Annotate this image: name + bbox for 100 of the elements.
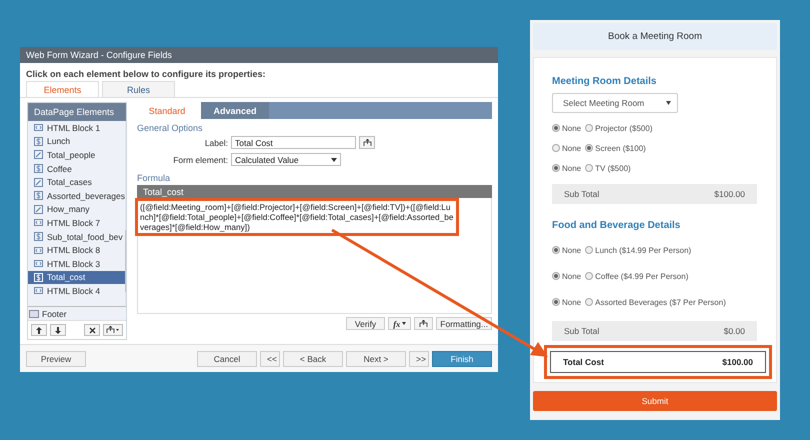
- formatting-button[interactable]: Formatting...: [436, 317, 492, 330]
- meeting-room-select[interactable]: Select Meeting Room: [552, 93, 678, 113]
- section-title: General Options: [137, 123, 204, 133]
- nav-button[interactable]: Finish: [432, 350, 492, 366]
- radio-option[interactable]: None: [552, 246, 582, 254]
- label-field[interactable]: Total Cost: [231, 136, 356, 149]
- radio-button[interactable]: [552, 298, 560, 306]
- radio-button[interactable]: [585, 246, 594, 254]
- subtotal-label: Sub Total: [564, 326, 600, 336]
- item-label: HTML Block 1: [47, 122, 100, 133]
- form-element-select[interactable]: Calculated Value: [231, 153, 341, 166]
- window-title: Web Form Wizard - Configure Fields: [20, 47, 498, 63]
- item-label: Total_cost: [47, 272, 86, 282]
- radio-option[interactable]: None: [552, 298, 582, 306]
- item-label: HTML Block 8: [47, 245, 100, 256]
- radio-button[interactable]: [552, 272, 560, 280]
- sidebar-item[interactable]: HTML Block 8: [28, 243, 125, 257]
- option-label: None: [562, 298, 582, 306]
- pencil-icon: [34, 178, 43, 187]
- radio-button[interactable]: [552, 246, 560, 254]
- total-label: Total Cost: [563, 357, 604, 367]
- radio-button[interactable]: [585, 272, 594, 280]
- radio-button[interactable]: [552, 124, 560, 132]
- radio-button[interactable]: [585, 144, 594, 152]
- html-block-icon: [34, 123, 43, 132]
- html-block-icon: [34, 218, 43, 228]
- formula-header: Total_cost: [137, 185, 492, 198]
- sidebar-item[interactable]: Lunch: [28, 134, 125, 148]
- insert-button[interactable]: [103, 324, 123, 336]
- radio-button[interactable]: [552, 164, 560, 172]
- insert-icon: [419, 320, 428, 328]
- formula-editor[interactable]: ([@field:Meeting_room]+[@field:Projector]+[@field:Screen]+[@field:TV])+([@field:Lunch]*[@field:Total_people]+[@field:Coffee]*[@field:Total_cases]+[@field:Assorted_beverages]*[@field:How_many]): [137, 198, 492, 314]
- total-value: $100.00: [722, 357, 753, 367]
- radio-option[interactable]: None: [552, 272, 582, 280]
- item-label: Lunch: [47, 136, 70, 146]
- subtotal-value: $0.00: [724, 326, 745, 336]
- option-label: None: [562, 124, 582, 132]
- sidebar-item[interactable]: Total_people: [28, 148, 125, 162]
- radio-button[interactable]: [552, 144, 560, 152]
- subtotal-value: $100.00: [714, 189, 745, 199]
- item-label: Footer: [42, 308, 67, 318]
- insert-button[interactable]: [414, 317, 434, 330]
- section-title: Food and Beverage Details: [552, 220, 682, 231]
- option-label: None: [562, 164, 582, 172]
- move-down-button[interactable]: [50, 324, 66, 336]
- sidebar-item[interactable]: Assorted_beverages: [28, 188, 125, 203]
- pencil-icon: [34, 150, 43, 160]
- down-arrow-icon: [55, 326, 61, 334]
- item-label: Total_people: [47, 150, 96, 160]
- radio-option[interactable]: None: [552, 144, 582, 152]
- sidebar-item[interactable]: HTML Block 1: [28, 121, 125, 135]
- function-button[interactable]: fx: [388, 317, 412, 330]
- radio-option[interactable]: None: [552, 124, 582, 132]
- calculator-icon: [34, 232, 43, 242]
- subtotal-label: Sub Total: [564, 189, 600, 199]
- tab[interactable]: Rules: [102, 81, 175, 97]
- section-title: Meeting Room Details: [552, 76, 658, 87]
- radio-button[interactable]: [585, 164, 594, 172]
- nav-button[interactable]: < Back: [283, 350, 343, 366]
- sidebar-item[interactable]: HTML Block 7: [28, 216, 125, 230]
- sidebar-item[interactable]: Total_cost: [28, 270, 125, 284]
- sidebar-item[interactable]: HTML Block 3: [28, 256, 125, 271]
- radio-button[interactable]: [585, 298, 594, 306]
- item-label: HTML Block 3: [47, 258, 100, 269]
- field-label: Form element:: [172, 154, 228, 164]
- preview-button[interactable]: Preview: [26, 350, 86, 366]
- tab[interactable]: Advanced: [201, 102, 269, 119]
- tab[interactable]: Standard: [133, 102, 201, 119]
- radio-option[interactable]: TV ($500): [585, 164, 631, 172]
- instruction-text: Click on each element below to configure its properties:: [25, 68, 267, 81]
- dropdown-caret-icon: [666, 101, 671, 105]
- calculator-icon: [34, 136, 43, 146]
- html-block-icon: [34, 286, 43, 296]
- sidebar-item[interactable]: How_many: [28, 202, 125, 216]
- nav-button[interactable]: Cancel: [197, 350, 257, 366]
- item-label: Assorted_beverages: [47, 190, 125, 201]
- option-label: TV ($500): [595, 164, 631, 172]
- sidebar-item[interactable]: Sub_total_food_bev: [28, 230, 125, 244]
- nav-button[interactable]: <<: [260, 350, 280, 366]
- radio-button[interactable]: [585, 124, 594, 132]
- up-arrow-icon: [36, 326, 42, 334]
- nav-button[interactable]: Next >: [346, 350, 406, 366]
- submit-button[interactable]: Submit: [533, 391, 777, 411]
- form-title: Book a Meeting Room: [533, 23, 777, 50]
- verify-button[interactable]: Verify: [346, 317, 386, 330]
- radio-option[interactable]: Screen ($100): [585, 144, 646, 152]
- radio-option[interactable]: None: [552, 164, 582, 172]
- option-label: None: [562, 246, 582, 254]
- item-label: Coffee: [47, 164, 72, 174]
- nav-button[interactable]: >>: [409, 350, 429, 366]
- insert-button[interactable]: [359, 136, 375, 149]
- sidebar-item[interactable]: Total_cases: [28, 175, 125, 189]
- section-title: Formula: [137, 173, 172, 183]
- sidebar-item[interactable]: Coffee: [28, 162, 125, 176]
- move-up-button[interactable]: [31, 324, 47, 336]
- tab[interactable]: Elements: [26, 81, 99, 97]
- sidebar-item[interactable]: HTML Block 4: [28, 284, 125, 298]
- delete-button[interactable]: [84, 324, 100, 336]
- close-icon: [88, 326, 96, 334]
- html-block-icon: [34, 259, 43, 268]
